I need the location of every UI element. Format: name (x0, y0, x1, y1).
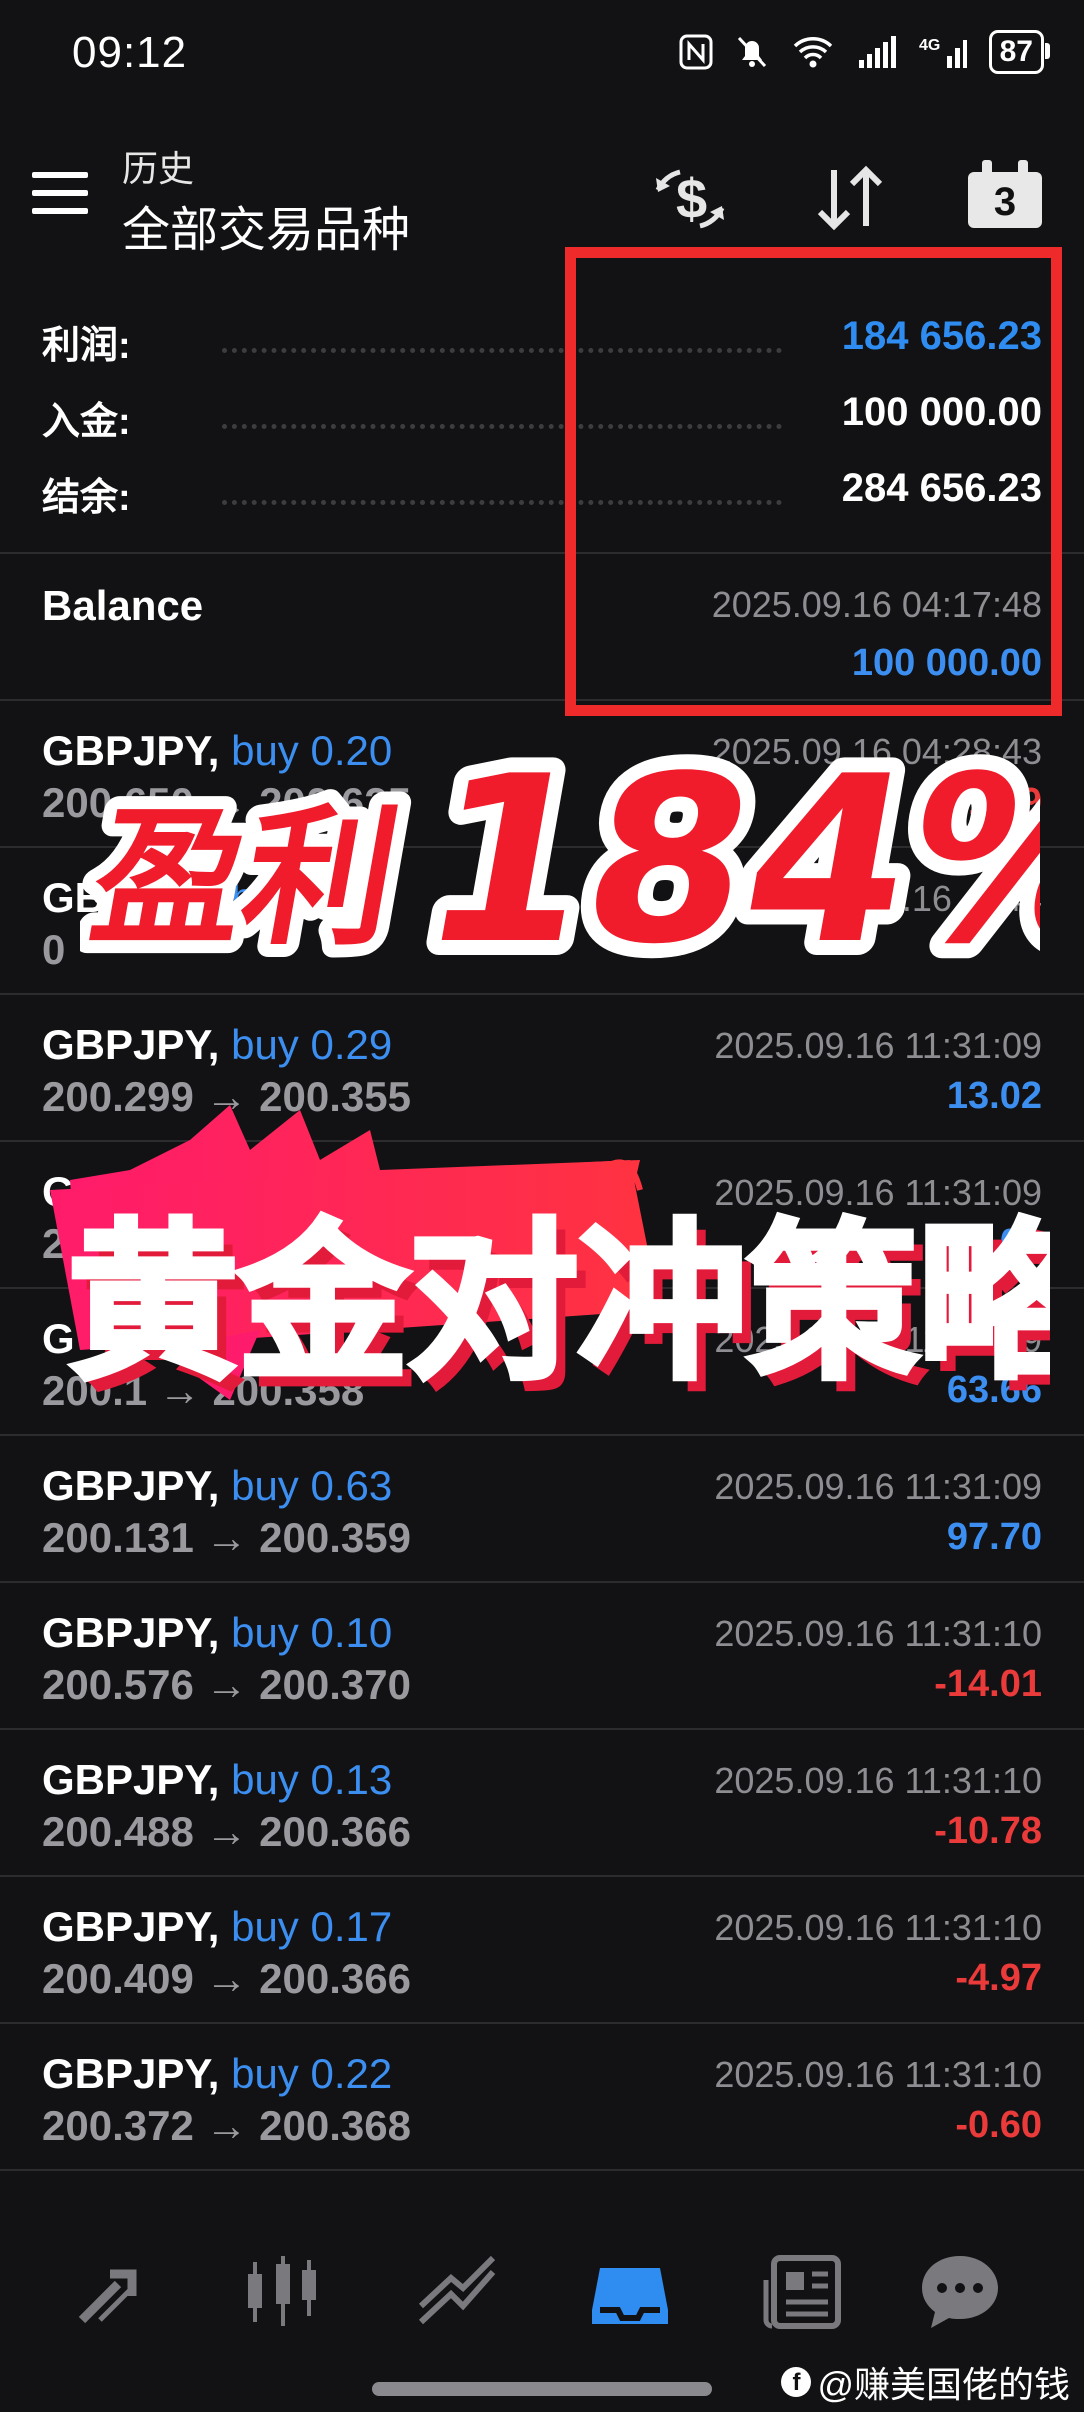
mute-icon (737, 36, 766, 68)
wifi-icon (793, 37, 832, 68)
highlight-box (565, 247, 1062, 716)
watermark-text: @赚美国佬的钱 (817, 2364, 1070, 2405)
watermark-logo-icon: f (781, 2367, 812, 2397)
deal-side: buy 0.13 (231, 1756, 393, 1803)
deal-symbol: GBPJPY, buy 0.17 (42, 1903, 393, 1950)
deal-row[interactable]: GBPJPY, buy 0.22 200.372 → 200.368 2025.09… (0, 2024, 1084, 2171)
calendar-icon[interactable]: 3 (968, 160, 1042, 228)
svg-text:4G: 4G (919, 37, 940, 54)
profit-promo-overlay: 盈利 盈利 184% 184% (80, 740, 1040, 970)
home-indicator[interactable] (372, 2382, 712, 2396)
deal-side: buy 0.17 (231, 1903, 393, 1950)
deal-symbol: GBPJPY, buy 0.10 (42, 1609, 393, 1656)
svg-text:盈利: 盈利 (80, 791, 411, 966)
signal-icon (858, 36, 896, 68)
page-subtitle: 历史 (122, 148, 195, 189)
deal-row[interactable]: GBPJPY, buy 0.102025.09.16 15:22:27 (0, 2171, 1084, 2204)
page-title[interactable]: 全部交易品种 (122, 190, 410, 260)
deal-datetime: 2025.09.16 11:31:10 (714, 1907, 1042, 1948)
watermark: f @赚美国佬的钱 (781, 2356, 1070, 2408)
deal-datetime: 2025.09.16 11:31:10 (714, 1613, 1042, 1654)
quotes-icon[interactable] (240, 2250, 324, 2334)
sort-icon[interactable] (810, 158, 890, 238)
gold-hedge-promo-overlay: 黄金对冲策略EA 黄金对冲策略EA (50, 1105, 1050, 1416)
deal-prices: 200.576 → 200.370 (42, 1661, 411, 1708)
deal-datetime: 2025.09.16 11:31:09 (714, 1466, 1042, 1507)
balance-label: 结余: (42, 477, 131, 519)
status-icons: 4G 87 (679, 30, 1051, 74)
deal-datetime: 2025.09.16 11:31:10 (714, 2054, 1042, 2095)
deal-prices: 200.488 → 200.366 (42, 1808, 411, 1855)
deal-side: buy 0.63 (231, 1462, 393, 1509)
deal-side: buy 0.29 (231, 1021, 393, 1068)
deal-symbol: GBPJPY, buy 0.10 (42, 2197, 392, 2204)
deal-row[interactable]: GBPJPY, buy 0.63 200.131 → 200.359 2025.09… (0, 1436, 1084, 1583)
deal-prices: 200.409 → 200.366 (42, 1955, 411, 2002)
menu-icon[interactable] (32, 172, 88, 216)
history-icon[interactable] (588, 2250, 672, 2334)
status-bar: 09:12 4G 87 (0, 0, 1084, 110)
chart-icon[interactable] (415, 2250, 499, 2334)
deal-symbol: GBPJPY, buy 0.29 (42, 1021, 393, 1068)
deal-profit: -10.78 (934, 1810, 1042, 1852)
deal-side: buy 0.10 (231, 2197, 392, 2204)
battery-indicator: 87 (988, 30, 1051, 74)
profit-label: 利润: (42, 325, 131, 367)
deal-profit: 97.70 (946, 1516, 1042, 1558)
deal-symbol: GBPJPY, buy 0.22 (42, 2050, 393, 2097)
deal-row[interactable]: GBPJPY, buy 0.17 200.409 → 200.366 2025.09… (0, 1877, 1084, 2024)
calendar-day: 3 (968, 172, 1042, 228)
deal-symbol: GBPJPY, buy 0.63 (42, 1462, 393, 1509)
deal-prices: 200.372 → 200.368 (42, 2102, 411, 2149)
trade-icon[interactable] (70, 2250, 154, 2334)
status-time: 09:12 (72, 28, 188, 77)
bottom-nav (0, 2204, 1084, 2364)
deal-datetime: 2025.09.16 11:31:10 (714, 1760, 1042, 1801)
svg-text:$: $ (676, 167, 707, 230)
news-icon[interactable] (762, 2250, 846, 2334)
balance-entry-label: Balance (42, 582, 204, 629)
deal-profit: -0.60 (955, 2104, 1042, 2146)
deal-profit: -4.97 (955, 1957, 1042, 1999)
chat-icon[interactable] (918, 2250, 1002, 2334)
deal-prices: 200.131 → 200.359 (42, 1514, 411, 1561)
network-4g-icon: 4G (919, 37, 967, 68)
nfc-icon (679, 34, 713, 70)
svg-text:184%: 184% (405, 740, 1040, 970)
deal-datetime: 2025.09.16 11:31:09 (714, 1025, 1042, 1066)
dollar-exchange-icon[interactable]: $ (650, 158, 730, 238)
deposit-label: 入金: (42, 401, 131, 443)
deal-profit: -14.01 (934, 1663, 1042, 1705)
deal-prices: 0 (42, 926, 66, 973)
deal-side: buy 0.10 (231, 1609, 393, 1656)
deal-symbol: GBPJPY, buy 0.13 (42, 1756, 393, 1803)
deal-side: buy 0.22 (231, 2050, 393, 2097)
deal-row[interactable]: GBPJPY, buy 0.10 200.576 → 200.370 2025.09… (0, 1583, 1084, 1730)
promo-banner-text: 黄金对冲策略EA (68, 1205, 1050, 1403)
deal-row[interactable]: GBPJPY, buy 0.13 200.488 → 200.366 2025.09… (0, 1730, 1084, 1877)
